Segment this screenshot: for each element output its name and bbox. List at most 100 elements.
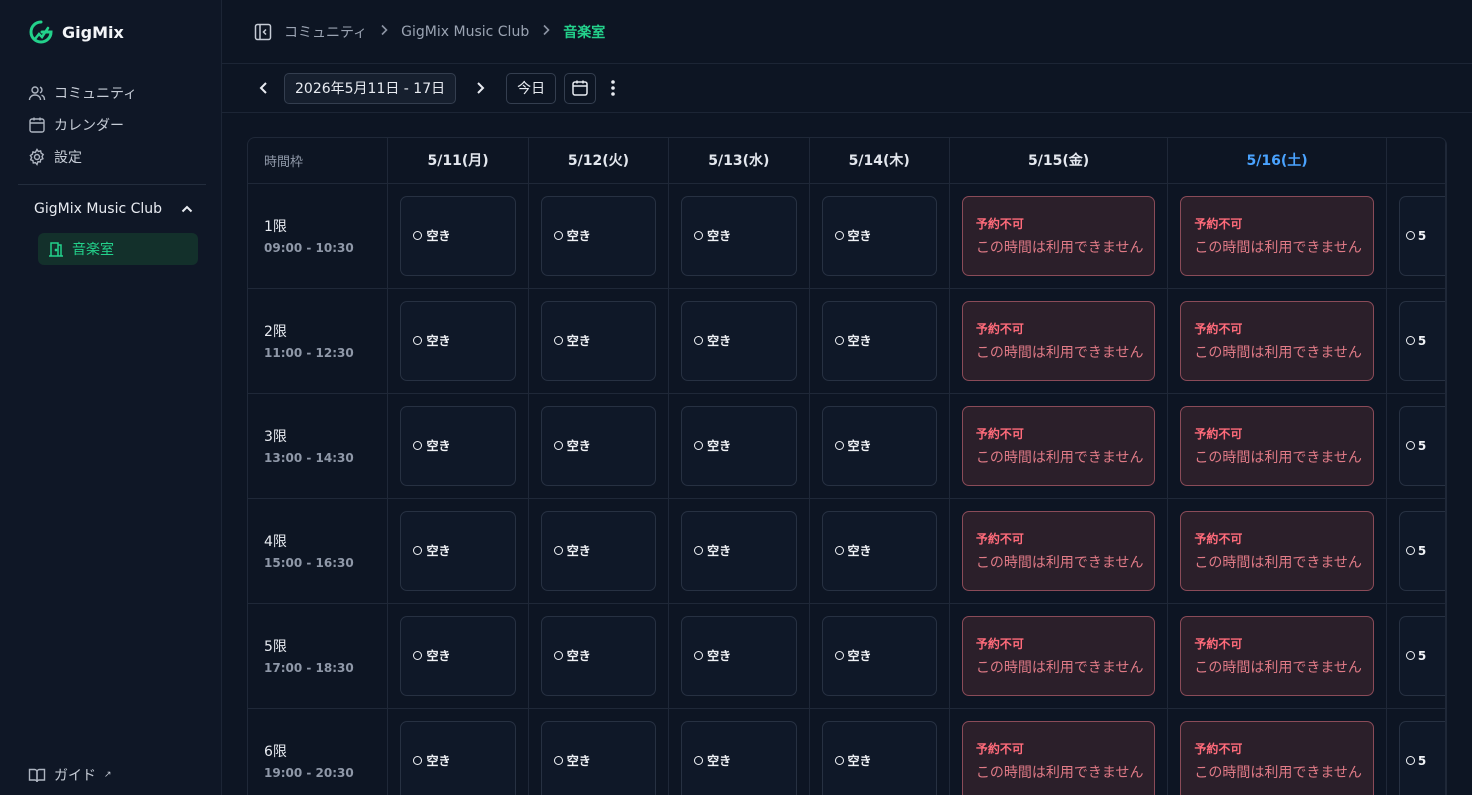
circle-icon [694,336,704,345]
slot-status: 空き [707,544,732,558]
calendar-icon [29,117,45,133]
sidebar-toggle-button[interactable] [254,23,272,41]
circle-icon [1405,756,1415,765]
sidebar-item-music-room[interactable]: 音楽室 [38,233,198,265]
period-cell: 4限 15:00 - 16:30 [248,498,389,604]
breadcrumb-community[interactable]: コミュニティ [284,22,367,42]
slot-cell: 予約不可 この時間は利用できません [1167,183,1387,289]
circle-icon [694,546,704,555]
slot-cell: 空き [809,183,950,289]
slot-status: 空き [707,334,732,348]
gear-icon [29,148,45,166]
time-slot-header: 時間枠 [248,138,389,184]
blocked-title: 予約不可 [975,531,1024,546]
slot-status: 空き [426,754,451,768]
period-name: 4限 [264,534,287,550]
slot-cell: 予約不可 この時間は利用できません [1167,288,1387,394]
blocked-message: この時間は利用できません [1194,659,1362,676]
logo[interactable]: GigMix [28,19,124,45]
period-name: 1限 [264,219,287,235]
circle-icon [553,336,563,345]
period-cell: 1限 09:00 - 10:30 [248,183,389,289]
available-slot[interactable]: 空き [681,720,797,795]
period-cell: 2限 11:00 - 12:30 [248,288,389,394]
available-slot[interactable]: 空き [540,615,657,696]
breadcrumb-club[interactable]: GigMix Music Club [401,24,529,40]
door-icon [49,242,63,257]
available-slot[interactable]: 空き [400,615,516,696]
available-slot[interactable]: 空き [540,300,657,381]
slot-status: 空き [566,649,591,663]
available-slot[interactable]: 5 [1398,405,1445,486]
users-icon [28,86,46,101]
blocked-message: この時間は利用できません [975,659,1144,676]
period-row: 2限 11:00 - 12:30 空き 空き 空き 空き 予約不可 この時間は利用できません予… [248,288,1446,394]
toolbar: 2026年5月11日 - 17日 今日 [222,64,1472,113]
available-slot[interactable]: 空き [400,405,516,486]
blocked-message: この時間は利用できません [975,344,1144,361]
blocked-title: 予約不可 [975,321,1024,336]
slot-cell: 空き [668,288,810,394]
prev-week-button[interactable] [254,78,274,98]
slot-status: 5 [1417,228,1427,243]
available-slot[interactable]: 空き [821,510,937,591]
blocked-slot: 予約不可 この時間は利用できません [961,510,1156,591]
available-slot[interactable]: 空き [681,300,797,381]
sidebar-item-community[interactable]: コミュニティ [28,77,137,109]
available-slot[interactable]: 空き [400,510,516,591]
available-slot[interactable]: 空き [400,300,516,381]
period-row: 3限 13:00 - 14:30 空き 空き 空き 空き 予約不可 この時間は利用できません予… [248,393,1446,499]
available-slot[interactable]: 5 [1398,615,1445,696]
available-slot[interactable]: 5 [1398,510,1445,591]
slot-cell: 5 [1386,393,1446,499]
available-slot[interactable]: 空き [540,510,657,591]
available-slot[interactable]: 5 [1398,195,1445,276]
available-slot[interactable]: 空き [681,510,797,591]
sidebar-group-toggle[interactable]: GigMix Music Club [34,201,194,217]
sidebar-item-settings[interactable]: 設定 [28,141,137,173]
available-slot[interactable]: 空き [821,615,937,696]
available-slot[interactable]: 空き [540,405,657,486]
slot-cell: 空き [668,393,810,499]
blocked-message: この時間は利用できません [1194,554,1362,571]
available-slot[interactable]: 空き [681,195,797,276]
circle-icon [694,441,704,450]
sidebar-item-label: 設定 [54,150,82,166]
available-slot[interactable]: 空き [821,300,937,381]
blocked-slot: 予約不可 この時間は利用できません [1180,510,1374,591]
day-header: 5/11(月) [387,138,529,184]
available-slot[interactable]: 空き [400,195,516,276]
more-options-button[interactable] [610,79,616,97]
period-row: 5限 17:00 - 18:30 空き 空き 空き 空き 予約不可 この時間は利用できません予… [248,603,1446,709]
guide-label: ガイド [54,768,96,784]
available-slot[interactable]: 空き [681,615,797,696]
sidebar-item-calendar[interactable]: カレンダー [28,109,137,141]
guide-link[interactable]: ガイド ↗ [28,765,112,785]
available-slot[interactable]: 空き [821,405,937,486]
chevron-right-icon [477,82,485,94]
day-header: 5/15(金) [949,138,1169,184]
next-week-button[interactable] [470,78,490,98]
blocked-slot: 予約不可 この時間は利用できません [961,720,1156,795]
date-range-display[interactable]: 2026年5月11日 - 17日 [284,72,457,104]
chevron-right-icon [541,24,551,40]
blocked-message: この時間は利用できません [975,239,1144,256]
day-header: 5/14(木) [809,138,950,184]
available-slot[interactable]: 空き [821,195,937,276]
available-slot[interactable]: 空き [400,720,516,795]
calendar-picker-button[interactable] [564,72,597,104]
available-slot[interactable]: 空き [681,405,797,486]
period-name: 5限 [264,639,287,655]
slot-status: 空き [426,439,451,453]
slot-status: 空き [566,439,591,453]
calendar-icon [572,80,588,96]
available-slot[interactable]: 空き [540,720,657,795]
available-slot[interactable]: 5 [1398,300,1445,381]
available-slot[interactable]: 5 [1398,720,1445,795]
available-slot[interactable]: 空き [540,195,657,276]
today-button[interactable]: 今日 [506,72,557,104]
available-slot[interactable]: 空き [821,720,937,795]
circle-icon [834,756,844,765]
schedule-grid: 時間枠 5/11(月) 5/12(火) 5/13(水) 5/14(木) 5/15(金) 5/… [247,137,1447,795]
blocked-title: 予約不可 [975,216,1024,231]
